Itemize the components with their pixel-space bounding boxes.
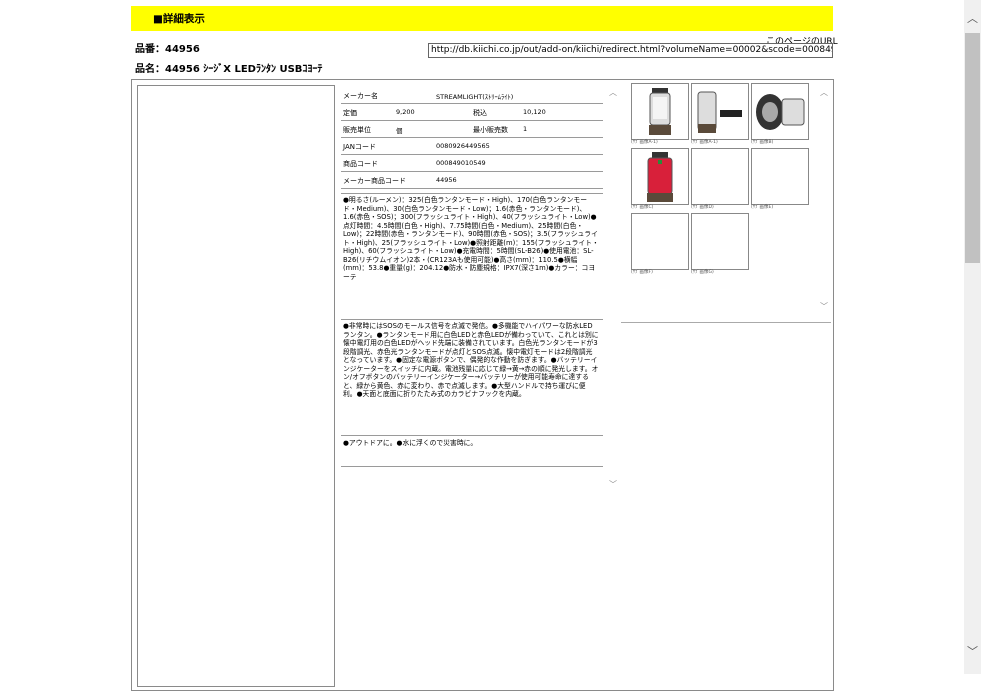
thumbnail[interactable] [631, 213, 689, 270]
spec-panel: メーカー名 STREAMLIGHT(ｽﾄﾘｰﾑﾗｲﾄ) 定価 9,200 税込 … [341, 85, 603, 467]
divider [341, 319, 603, 320]
divider [341, 466, 603, 467]
thumbnail-caption: (ｻﾌﾞ画像G) [691, 270, 714, 275]
thumbnail[interactable] [691, 83, 749, 140]
thumbnail[interactable] [691, 148, 749, 205]
divider [341, 435, 603, 436]
scroll-up-icon[interactable]: ︿ [609, 89, 617, 97]
spec-scrollbar[interactable]: ︿ ﹀ [608, 85, 619, 497]
spec-row-jan: JANコード 0080926449565 [341, 138, 603, 155]
scroll-down-icon[interactable]: ﹀ [967, 643, 978, 659]
usage-text: ●アウトドアに。●水に浮くので災害時に。 [343, 439, 478, 447]
detail-header-title: ■詳細表示 [153, 13, 205, 25]
thumbnail-caption: (ｻﾌﾞ画像D) [691, 205, 714, 210]
thumbnail[interactable] [691, 213, 749, 270]
lantern-image [649, 88, 671, 135]
features-text: ●非常時にはSOSのモールス信号を点滅で発信。●多機能でハイパワーな防水LEDラ… [343, 322, 599, 398]
image-gallery: (ｻﾌﾞ画像A-1) (ｻﾌﾞ画像A-1) (ｻﾌﾞ画像B) (ｻﾌﾞ画像C) … [621, 80, 831, 320]
spec-row-price: 定価 9,200 税込 10,120 [341, 104, 603, 121]
thumbnail-caption: (ｻﾌﾞ画像B) [751, 140, 774, 145]
divider [621, 322, 831, 323]
scrollbar-thumb[interactable] [965, 33, 980, 263]
main-image-pane [137, 85, 335, 687]
scroll-down-icon[interactable]: ﹀ [609, 481, 617, 489]
scroll-up-icon[interactable]: ︿ [820, 89, 828, 97]
scroll-down-icon[interactable]: ﹀ [820, 303, 828, 311]
lantern-image [697, 91, 742, 133]
spec-row-unit: 販売単位 個 最小販売数 1 [341, 121, 603, 138]
lantern-image [647, 152, 673, 202]
spec-row-maker: メーカー名 STREAMLIGHT(ｽﾄﾘｰﾑﾗｲﾄ) [341, 87, 603, 104]
scroll-up-icon[interactable]: ︿ [967, 10, 978, 26]
product-name: 品名：44956 ｼｰｼﾞX LEDﾗﾝﾀﾝ USBｺﾖｰﾃ [135, 64, 323, 75]
specs-text: ●明るさ(ルーメン)：325(白色ランタンモード・High)、170(白色ランタ… [343, 196, 599, 281]
spec-row-maker-code: メーカー商品コード 44956 [341, 172, 603, 189]
gallery-scrollbar[interactable]: ︿ ﹀ [819, 85, 830, 317]
thumbnail-caption: (ｻﾌﾞ画像C) [631, 205, 654, 210]
thumbnail[interactable] [751, 83, 809, 140]
thumbnail-caption: (ｻﾌﾞ画像E) [751, 205, 774, 210]
detail-header-bar: ■詳細表示 [131, 6, 833, 31]
spec-row-item-code: 商品コード 000849010549 [341, 155, 603, 172]
product-code: 品番：44956 [135, 44, 200, 55]
page-scrollbar[interactable]: ︿ ﹀ [964, 0, 981, 674]
thumbnail[interactable] [631, 148, 689, 205]
thumbnail[interactable] [631, 83, 689, 140]
thumbnail-caption: (ｻﾌﾞ画像A-1) [631, 140, 658, 145]
lantern-image [756, 94, 805, 130]
page-url-field[interactable]: http://db.kiichi.co.jp/out/add-on/kiichi… [428, 43, 833, 58]
thumbnail[interactable] [751, 148, 809, 205]
thumbnail-caption: (ｻﾌﾞ画像A-1) [691, 140, 718, 145]
thumbnail-caption: (ｻﾌﾞ画像F) [631, 270, 653, 275]
divider [341, 193, 603, 194]
